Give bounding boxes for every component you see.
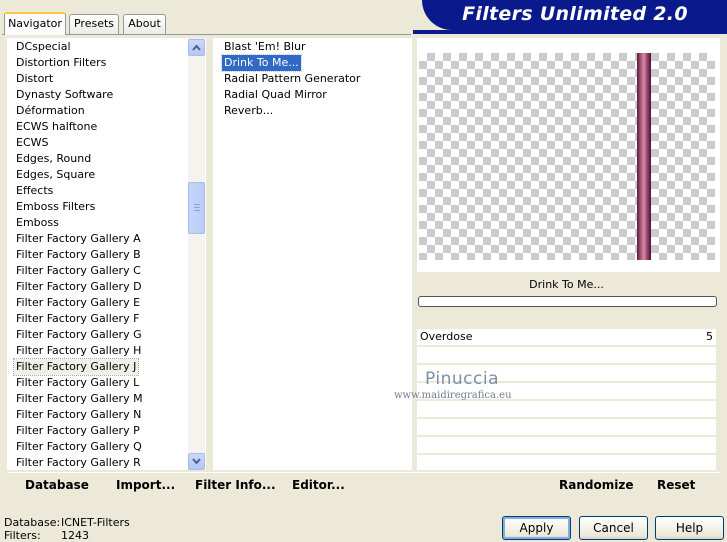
- category-items: DCspecial Distortion Filters Distort Dynast…: [12, 39, 194, 471]
- randomize-button[interactable]: Randomize: [559, 478, 633, 492]
- filter-item[interactable]: Radial Quad Mirror: [222, 87, 329, 103]
- parameter-row-empty: [417, 419, 716, 435]
- category-item[interactable]: Edges, Round: [14, 151, 93, 167]
- preview-stripe: [637, 53, 651, 260]
- category-item[interactable]: Filter Factory Gallery Q: [14, 439, 144, 455]
- category-item[interactable]: DCspecial: [14, 39, 73, 55]
- filter-item[interactable]: Reverb...: [222, 103, 275, 119]
- tab-navigator[interactable]: Navigator: [4, 12, 66, 35]
- category-item[interactable]: Emboss: [14, 215, 61, 231]
- category-item[interactable]: Dynasty Software: [14, 87, 115, 103]
- parameter-row-empty: [417, 401, 716, 417]
- category-item[interactable]: Filter Factory Gallery C: [14, 263, 143, 279]
- editor-button[interactable]: Editor...: [292, 478, 345, 492]
- category-item[interactable]: Distort: [14, 71, 55, 87]
- import-button[interactable]: Import...: [116, 478, 175, 492]
- category-item[interactable]: Filter Factory Gallery B: [14, 247, 143, 263]
- category-item[interactable]: Filter Factory Gallery J: [12, 358, 140, 376]
- parameter-value: 5: [706, 330, 713, 343]
- thumb-grip: [194, 207, 200, 208]
- filter-item[interactable]: Radial Pattern Generator: [222, 71, 362, 87]
- filter-items: Blast 'Em! Blur Drink To Me... Radial Patt…: [221, 39, 407, 139]
- apply-button[interactable]: Apply: [502, 516, 571, 540]
- cancel-button[interactable]: Cancel: [579, 516, 648, 540]
- preview-filter-label: Drink To Me...: [529, 278, 604, 291]
- reset-button[interactable]: Reset: [657, 478, 695, 492]
- progress-bar: [418, 296, 717, 307]
- filter-item[interactable]: Drink To Me...: [221, 54, 302, 72]
- preview-image: [419, 53, 715, 260]
- parameter-name: Overdose: [420, 330, 473, 343]
- category-scrollbar[interactable]: [188, 38, 205, 470]
- banner-underline: [413, 30, 727, 34]
- category-item[interactable]: Filter Factory Gallery D: [14, 279, 144, 295]
- parameter-row[interactable]: Overdose 5: [417, 329, 716, 345]
- thumb-grip: [194, 210, 200, 211]
- scroll-thumb[interactable]: [188, 182, 205, 234]
- category-item[interactable]: Filter Factory Gallery M: [14, 391, 145, 407]
- category-item[interactable]: Filter Factory Gallery L: [14, 375, 141, 391]
- chevron-up-icon: [192, 44, 201, 51]
- filter-list[interactable]: Blast 'Em! Blur Drink To Me... Radial Patt…: [213, 38, 412, 470]
- filters-value: 1243: [61, 529, 89, 542]
- database-value: ICNET-Filters: [61, 516, 130, 529]
- category-item[interactable]: Filter Factory Gallery A: [14, 231, 143, 247]
- category-item[interactable]: Filter Factory Gallery E: [14, 295, 142, 311]
- category-item[interactable]: Edges, Square: [14, 167, 97, 183]
- category-item[interactable]: Filter Factory Gallery N: [14, 407, 143, 423]
- watermark-url: www.maidiregrafica.eu: [394, 390, 512, 401]
- category-item[interactable]: ECWS: [14, 135, 51, 151]
- parameter-row-empty: [417, 347, 716, 363]
- chevron-down-icon: [192, 458, 201, 465]
- category-item[interactable]: Déformation: [14, 103, 87, 119]
- filter-item[interactable]: Blast 'Em! Blur: [222, 39, 308, 55]
- category-item[interactable]: ECWS halftone: [14, 119, 99, 135]
- watermark-name: Pinuccia: [425, 369, 499, 389]
- scroll-up-button[interactable]: [188, 39, 205, 56]
- category-list[interactable]: DCspecial Distortion Filters Distort Dynast…: [7, 38, 206, 470]
- parameter-row-empty: [417, 455, 716, 470]
- parameter-row-empty: [417, 437, 716, 453]
- app-title: Filters Unlimited 2.0: [462, 3, 688, 25]
- category-item[interactable]: Distortion Filters: [14, 55, 108, 71]
- scroll-down-button[interactable]: [188, 453, 205, 470]
- database-label: Database:: [4, 516, 61, 529]
- thumb-grip: [194, 204, 200, 205]
- category-item[interactable]: Filter Factory Gallery H: [14, 343, 143, 359]
- tab-about[interactable]: About: [123, 14, 166, 34]
- category-item[interactable]: Filter Factory Gallery F: [14, 311, 141, 327]
- category-item[interactable]: Filter Factory Gallery R: [14, 455, 143, 471]
- database-button[interactable]: Database: [25, 478, 89, 492]
- category-item[interactable]: Filter Factory Gallery P: [14, 423, 142, 439]
- filters-label: Filters:: [4, 529, 41, 542]
- help-button[interactable]: Help: [655, 516, 724, 540]
- filter-info-button[interactable]: Filter Info...: [195, 478, 276, 492]
- category-item[interactable]: Emboss Filters: [14, 199, 97, 215]
- tab-presets[interactable]: Presets: [69, 14, 119, 34]
- category-item[interactable]: Filter Factory Gallery G: [14, 327, 144, 343]
- category-item[interactable]: Effects: [14, 183, 55, 199]
